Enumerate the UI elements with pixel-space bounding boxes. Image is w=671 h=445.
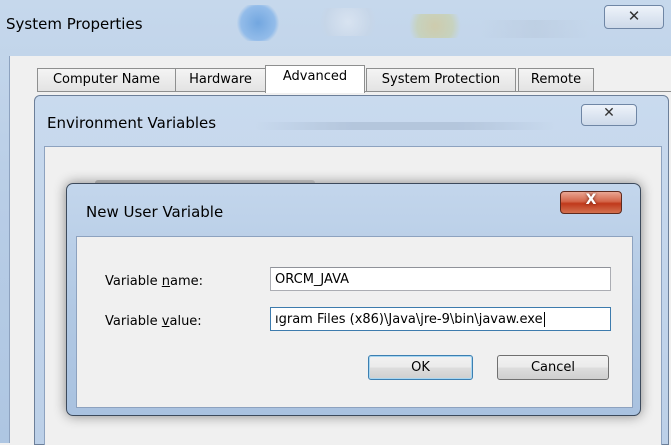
blurred-background-icon (236, 5, 280, 41)
system-properties-titlebar[interactable]: System Properties ✕ (0, 0, 671, 56)
tab-label: System Protection (381, 72, 501, 87)
tab-label: Computer Name (52, 72, 161, 87)
close-icon: X (585, 192, 597, 208)
window-title: System Properties (6, 15, 143, 33)
tab-hardware[interactable]: Hardware (175, 68, 266, 91)
blurred-background-text (255, 122, 555, 130)
cancel-button-label: Cancel (530, 360, 576, 375)
tab-advanced[interactable]: Advanced (265, 65, 365, 93)
variable-value-field[interactable]: ıgram Files (x86)\Java\jre-9\bin\javaw.e… (270, 307, 611, 331)
variable-name-value: ORCM_JAVA (275, 272, 350, 287)
cancel-button[interactable]: Cancel (497, 355, 609, 380)
tab-system-protection[interactable]: System Protection (366, 68, 516, 91)
close-button[interactable]: ✕ (604, 5, 664, 29)
text-caret (543, 312, 545, 327)
tab-label: Advanced (282, 69, 348, 84)
window-title: Environment Variables (47, 114, 217, 132)
close-button[interactable]: ✕ (581, 104, 637, 126)
tab-label: Remote (530, 72, 582, 87)
variable-name-label: Variable name: (105, 274, 204, 289)
blurred-background-icon (405, 14, 465, 38)
variable-value-value: ıgram Files (x86)\Java\jre-9\bin\javaw.e… (275, 312, 543, 327)
variable-value-label: Variable value: (105, 314, 202, 329)
new-user-variable-dialog: New User Variable X Variable name: ORCM_… (66, 183, 641, 416)
ok-button-label: OK (411, 360, 430, 375)
tab-remote[interactable]: Remote (518, 68, 594, 91)
close-icon: ✕ (603, 105, 615, 121)
ok-button[interactable]: OK (368, 355, 473, 380)
dialog-title: New User Variable (86, 203, 224, 221)
tab-computer-name[interactable]: Computer Name (37, 68, 176, 91)
blurred-background-icon (318, 8, 378, 36)
tab-label: Hardware (189, 72, 252, 87)
close-button[interactable]: X (560, 191, 622, 214)
new-user-variable-client: Variable name: ORCM_JAVA Variable value:… (76, 236, 633, 408)
blurred-background-icon (480, 20, 590, 38)
close-icon: ✕ (627, 7, 641, 25)
variable-name-field[interactable]: ORCM_JAVA (270, 267, 611, 291)
